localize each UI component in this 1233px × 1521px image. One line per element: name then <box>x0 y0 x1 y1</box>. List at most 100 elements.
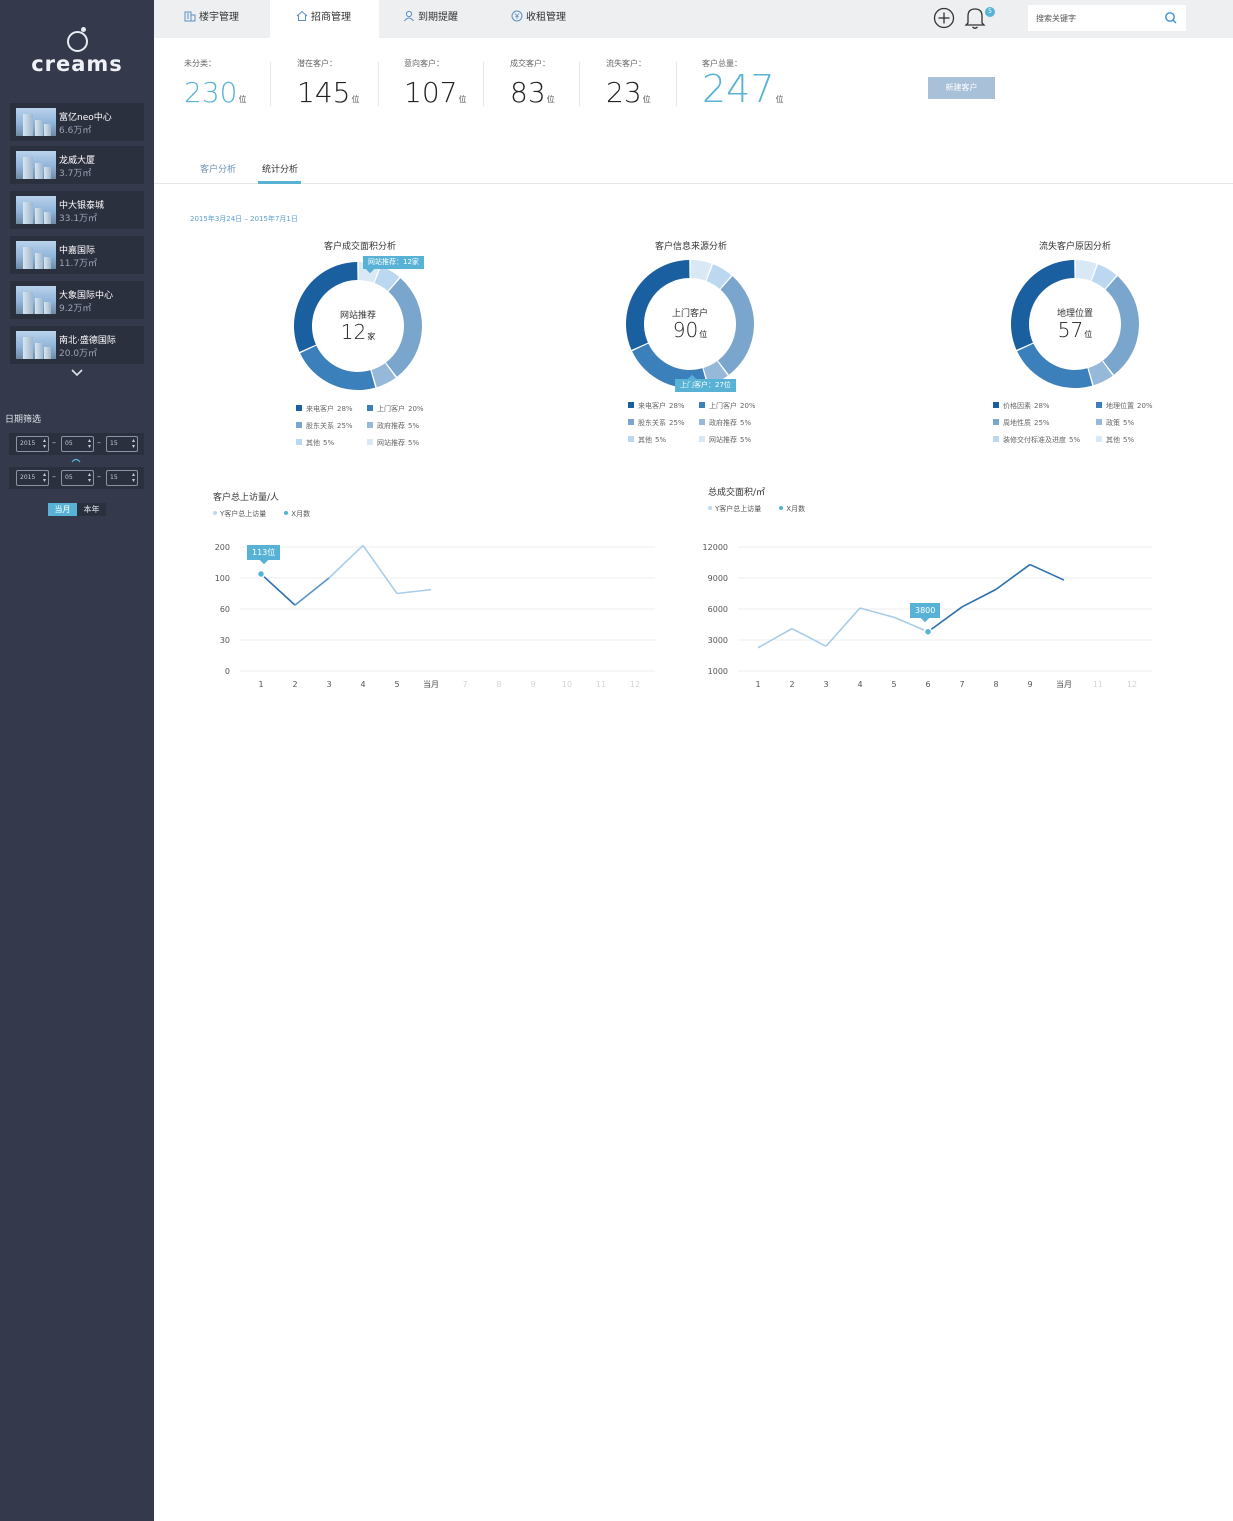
stepper-arrows-icon: ▴ ▾ <box>42 437 46 450</box>
legend-item: 政府推荐 5% <box>367 421 419 431</box>
sidebar-building-item[interactable]: 富亿neo中心 6.6万㎡ <box>10 103 144 141</box>
date-separator: – <box>97 472 101 481</box>
y-tick-label: 100 <box>215 574 230 583</box>
sidebar-building-item[interactable]: 龙威大厦 3.7万㎡ <box>10 146 144 184</box>
legend-dot <box>779 506 784 510</box>
divider <box>378 62 379 106</box>
tab-expiry-reminder[interactable]: 到期提醒 <box>379 0 487 38</box>
divider <box>676 62 677 106</box>
period-year-button[interactable]: 本年 <box>77 503 106 516</box>
date-to-month-stepper[interactable]: 05 ▴ ▾ <box>61 470 94 486</box>
divider <box>483 62 484 106</box>
date-from-day-stepper[interactable]: 15 ▴ ▾ <box>106 436 138 452</box>
stat-value: 23位 <box>606 76 651 117</box>
line-segment <box>294 577 330 606</box>
donut-slice[interactable] <box>300 345 376 390</box>
divider <box>579 62 580 106</box>
app-logo[interactable]: creams <box>0 26 154 82</box>
building-thumbnail <box>16 196 56 224</box>
x-tick-label: 2 <box>292 680 297 689</box>
legend-item: 周地性质 25% <box>993 418 1050 428</box>
legend-swatch <box>628 436 634 442</box>
legend-percent: 5% <box>1123 436 1135 444</box>
legend-percent: 25% <box>337 422 353 430</box>
legend-percent: 5% <box>740 419 752 427</box>
legend-swatch <box>296 405 302 411</box>
tab-customer-analysis[interactable]: 客户分析 <box>200 162 236 175</box>
thumbnail-tower <box>35 208 43 224</box>
legend-item: 来电客户 28% <box>296 404 353 414</box>
legend-percent: 28% <box>669 402 685 410</box>
logo-dot-icon <box>81 27 86 32</box>
legend-label: 装修交付标准及进度 <box>1003 436 1066 444</box>
sidebar-building-item[interactable]: 中嘉国际 11.7万㎡ <box>10 236 144 274</box>
search-icon[interactable] <box>1164 11 1178 25</box>
period-month-button[interactable]: 当月 <box>48 503 77 516</box>
legend-swatch <box>993 419 999 425</box>
legend-percent: 5% <box>740 436 752 444</box>
date-separator: – <box>52 438 56 447</box>
building-thumbnail <box>16 151 56 179</box>
new-customer-button[interactable]: 新建客户 <box>928 77 995 99</box>
stepper-value: 05 <box>65 440 73 447</box>
x-tick-label: 8 <box>496 680 501 689</box>
x-tick-label: 11 <box>1093 680 1103 689</box>
search-input[interactable] <box>1028 5 1158 31</box>
x-tick-label: 11 <box>596 680 606 689</box>
chevron-down-icon[interactable] <box>70 368 84 378</box>
date-from-month-stepper[interactable]: 05 ▴ ▾ <box>61 436 94 452</box>
sidebar-building-item[interactable]: 中大银泰城 33.1万㎡ <box>10 191 144 229</box>
date-range: 2015年3月24日 – 2015年7月1日 <box>190 215 298 223</box>
x-tick-label: 7 <box>462 680 467 689</box>
legend-item: 其他 5% <box>296 438 334 448</box>
legend-percent: 5% <box>1123 419 1135 427</box>
y-tick-label: 12000 <box>703 543 728 552</box>
line-chart-title: 客户总上访量/人 <box>213 493 280 503</box>
legend-item: 其他 5% <box>628 435 666 445</box>
donut-slice[interactable] <box>1017 343 1093 388</box>
stat-value: 107位 <box>404 76 466 117</box>
y-tick-label: 1000 <box>708 667 728 676</box>
legend-label: 股东关系 <box>638 419 666 427</box>
date-to-day-stepper[interactable]: 15 ▴ ▾ <box>106 470 138 486</box>
thumbnail-tower <box>44 167 51 179</box>
date-from-year-stepper[interactable]: 2015 ▴ ▾ <box>16 436 49 452</box>
stepper-value: 2015 <box>20 440 36 447</box>
legend-swatch <box>628 402 634 408</box>
building-icon <box>184 11 196 22</box>
stepper-value: 2015 <box>20 474 36 481</box>
sidebar-building-item[interactable]: 大象国际中心 9.2万㎡ <box>10 281 144 319</box>
legend-label: 政府推荐 <box>709 419 737 427</box>
tab-rent-management[interactable]: 收租管理 <box>487 0 597 38</box>
legend-label: 其他 <box>1106 436 1120 444</box>
date-to-year-stepper[interactable]: 2015 ▴ ▾ <box>16 470 49 486</box>
plus-circle-icon[interactable] <box>933 7 955 29</box>
data-point[interactable] <box>256 569 266 579</box>
x-tick-label: 3 <box>326 680 331 689</box>
x-tick-label: 12 <box>1127 680 1137 689</box>
x-tick-label: 7 <box>959 680 964 689</box>
line-segment <box>791 627 827 647</box>
donut-center-value: 57位 <box>1030 318 1120 342</box>
thumbnail-tower <box>23 247 33 269</box>
stat-value: 145位 <box>297 76 359 117</box>
tab-stats-analysis[interactable]: 统计分析 <box>262 162 298 175</box>
legend-percent: 5% <box>408 439 420 447</box>
stat-unit: 位 <box>642 95 651 104</box>
legend-percent: 20% <box>1137 402 1153 410</box>
legend-swatch <box>1096 436 1102 442</box>
line-chart-tooltip: 3800 <box>910 602 941 622</box>
building-area: 20.0万㎡ <box>59 349 98 359</box>
stat-label: 意向客户： <box>404 59 444 68</box>
x-tick-label: 3 <box>823 680 828 689</box>
tab-building-management[interactable]: 楼宇管理 <box>154 0 270 38</box>
legend-percent: 5% <box>408 422 420 430</box>
legend-label: 地理位置 <box>1106 402 1134 410</box>
tab-investment-management[interactable]: 招商管理 <box>270 0 379 38</box>
building-area: 11.7万㎡ <box>59 259 98 269</box>
thumbnail-tower <box>44 347 51 359</box>
bell-icon[interactable] <box>964 6 986 30</box>
legend-swatch <box>296 422 302 428</box>
sidebar-building-item[interactable]: 南北·盛德国际 20.0万㎡ <box>10 326 144 364</box>
data-point[interactable] <box>923 627 933 636</box>
